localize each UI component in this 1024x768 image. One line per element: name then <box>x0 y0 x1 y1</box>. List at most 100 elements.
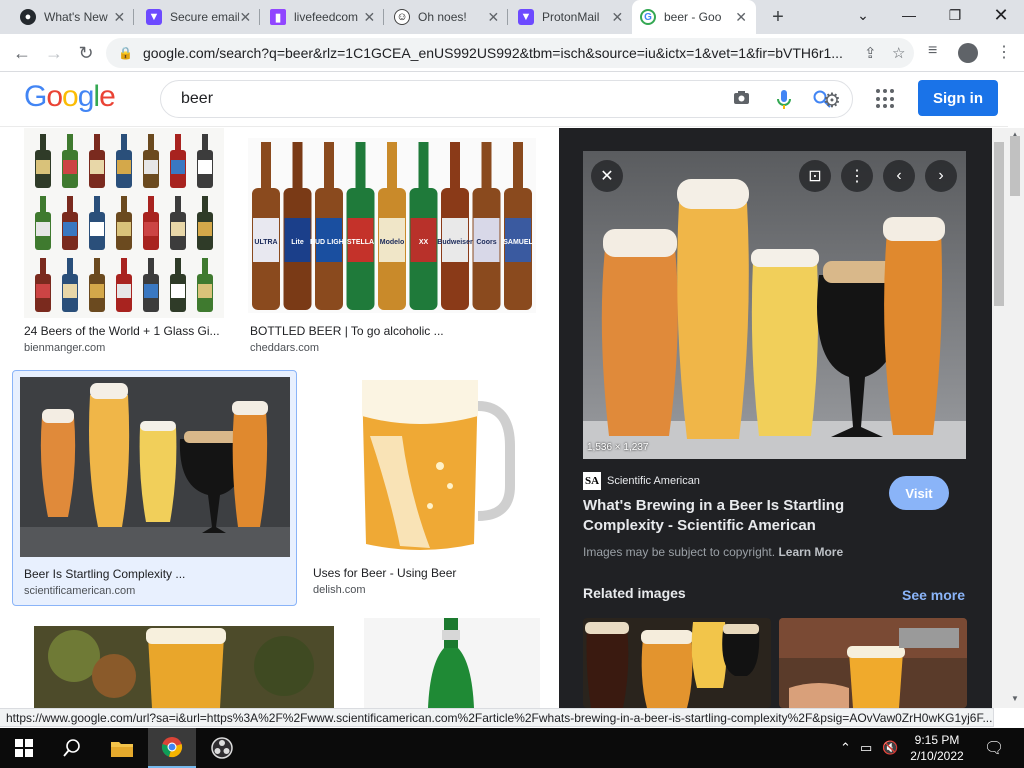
close-tab-icon[interactable]: ✕ <box>113 9 126 25</box>
panel-scrollbar-thumb[interactable] <box>994 142 1004 306</box>
result-image[interactable]: ULTRA Lite BUD LIGHT STELLA Modelo XX Budweise… <box>248 138 536 313</box>
page-scrollbar[interactable]: ▲ ▼ <box>1008 128 1024 708</box>
start-button[interactable] <box>0 728 48 768</box>
bottle-mark <box>170 134 186 188</box>
preview-image[interactable] <box>583 151 966 459</box>
previous-image-button[interactable]: ‹ <box>883 160 915 192</box>
result-image[interactable] <box>364 618 540 708</box>
more-options-icon[interactable]: ⋮ <box>841 160 873 192</box>
back-button[interactable]: ← <box>8 39 36 67</box>
result-card[interactable]: ULTRA Lite BUD LIGHT STELLA Modelo XX Budweise… <box>238 128 544 360</box>
octocat-icon: ☺ <box>394 9 410 25</box>
show-hidden-icons-chevron-icon[interactable]: ⌃ <box>840 740 851 756</box>
see-more-link[interactable]: See more <box>902 587 965 603</box>
result-caption[interactable]: Uses for Beer - Using Beer <box>313 566 538 580</box>
panel-scrollbar[interactable] <box>992 128 1008 708</box>
new-tab-button[interactable]: + <box>766 5 790 29</box>
related-image[interactable] <box>583 618 771 708</box>
bottle-mark: BUD LIGHT <box>310 142 349 310</box>
visit-button[interactable]: Visit <box>889 476 949 510</box>
result-card[interactable] <box>350 618 544 708</box>
close-tab-icon[interactable]: ✕ <box>734 9 748 25</box>
lock-icon[interactable]: 🔒 <box>118 46 133 60</box>
close-window-button[interactable]: ✕ <box>978 0 1024 30</box>
image-dimensions: 1,536 × 1,237 <box>587 442 649 453</box>
reading-list-icon[interactable]: ≡ <box>928 42 937 60</box>
learn-more-link[interactable]: Learn More <box>778 545 843 559</box>
next-image-button[interactable]: › <box>925 160 957 192</box>
search-box[interactable]: beer ⚙ <box>160 80 853 118</box>
result-card[interactable]: 24 Beers of the World + 1 Glass Gi... bi… <box>12 128 230 360</box>
notifications-icon[interactable]: 🗨 <box>984 738 1004 758</box>
close-tab-icon[interactable]: ✕ <box>363 9 376 25</box>
related-image[interactable] <box>779 618 967 708</box>
scroll-down-arrow-icon[interactable]: ▼ <box>1011 694 1019 703</box>
menu-kebab-icon[interactable]: ⋮ <box>996 42 1012 62</box>
tab-title: livefeedcom <box>294 10 359 24</box>
minimize-button[interactable]: — <box>886 0 932 30</box>
result-caption[interactable]: 24 Beers of the World + 1 Glass Gi... <box>24 324 224 338</box>
bottle-label: Modelo <box>380 239 405 246</box>
sign-in-button[interactable]: Sign in <box>918 80 998 116</box>
tab-separator <box>133 9 134 25</box>
system-clock[interactable]: 9:15 PM 2/10/2022 <box>906 732 968 764</box>
camera-icon[interactable] <box>733 90 750 110</box>
logo-letter: g <box>77 80 95 113</box>
result-source[interactable]: bienmanger.com <box>24 342 105 354</box>
google-logo[interactable]: Google <box>24 80 116 114</box>
lens-search-icon[interactable]: ⊡ <box>799 160 831 192</box>
restore-button[interactable]: ❐ <box>932 0 978 30</box>
tab-livefeed[interactable]: ▮ livefeedcom ✕ <box>262 0 384 34</box>
result-source[interactable]: delish.com <box>313 584 366 596</box>
forward-button[interactable]: → <box>40 39 68 67</box>
result-image[interactable] <box>310 376 538 556</box>
close-preview-button[interactable]: ✕ <box>591 160 623 192</box>
share-icon[interactable]: ⇪ <box>864 44 877 62</box>
image-preview-panel: ✕ ⊡ ⋮ ‹ › 1,536 × 1,237 SA Scientific Am… <box>559 128 992 708</box>
result-card[interactable]: Uses for Beer - Using Beer delish.com <box>300 370 544 606</box>
result-source[interactable]: cheddars.com <box>250 342 319 354</box>
tab-secure-email[interactable]: ▼ Secure email ✕ <box>138 0 260 34</box>
bottle-label: Lite <box>291 239 304 246</box>
result-image[interactable] <box>34 626 334 708</box>
page-scrollbar-thumb[interactable] <box>1010 136 1020 196</box>
preview-source[interactable]: SA Scientific American <box>583 472 700 490</box>
chrome-taskbar-button[interactable] <box>148 728 196 768</box>
bottle-mark: XX <box>409 142 438 310</box>
bottle-mark <box>62 258 78 312</box>
address-bar[interactable]: 🔒 google.com/search?q=beer&rlz=1C1GCEA_e… <box>106 38 914 68</box>
source-logo-icon: SA <box>583 472 601 490</box>
file-explorer-button[interactable] <box>98 728 146 768</box>
tab-whats-new[interactable]: ● What's New ✕ <box>12 0 134 34</box>
result-source[interactable]: scientificamerican.com <box>24 585 135 597</box>
preview-title[interactable]: What's Brewing in a Beer Is Startling Co… <box>583 496 863 536</box>
search-taskbar-button[interactable] <box>48 728 96 768</box>
close-tab-icon[interactable]: ✕ <box>611 9 624 25</box>
tab-protonmail[interactable]: ▼ ProtonMail ✕ <box>510 0 632 34</box>
search-input[interactable]: beer <box>181 90 213 108</box>
network-icon[interactable]: ▭ <box>860 740 872 756</box>
url-text[interactable]: google.com/search?q=beer&rlz=1C1GCEA_enU… <box>143 45 843 61</box>
volume-muted-icon[interactable]: 🔇 <box>882 740 898 756</box>
tab-beer-google[interactable]: G beer - Goo ✕ <box>632 0 756 34</box>
close-tab-icon[interactable]: ✕ <box>487 9 500 25</box>
settings-gear-icon[interactable]: ⚙ <box>823 88 841 113</box>
close-tab-icon[interactable]: ✕ <box>239 9 252 25</box>
microphone-icon[interactable] <box>777 90 791 115</box>
tab-search-chevron-icon[interactable]: ⌄ <box>840 0 886 30</box>
obs-taskbar-button[interactable] <box>198 728 246 768</box>
result-card-selected[interactable]: Beer Is Startling Complexity ... scienti… <box>12 370 297 606</box>
tab-separator <box>259 9 260 25</box>
tab-oh-noes[interactable]: ☺ Oh noes! ✕ <box>386 0 508 34</box>
apps-grid-icon[interactable] <box>876 89 896 109</box>
result-image[interactable] <box>20 377 290 557</box>
result-card[interactable] <box>12 618 334 708</box>
profile-avatar[interactable] <box>958 43 978 63</box>
result-image[interactable] <box>24 128 224 318</box>
result-caption[interactable]: Beer Is Startling Complexity ... <box>24 567 289 581</box>
result-caption[interactable]: BOTTLED BEER | To go alcoholic ... <box>250 324 540 338</box>
source-name[interactable]: Scientific American <box>607 475 700 487</box>
bookmark-star-icon[interactable]: ☆ <box>892 44 905 62</box>
bottle-mark: STELLA <box>346 142 375 310</box>
reload-button[interactable]: ↻ <box>72 39 100 67</box>
